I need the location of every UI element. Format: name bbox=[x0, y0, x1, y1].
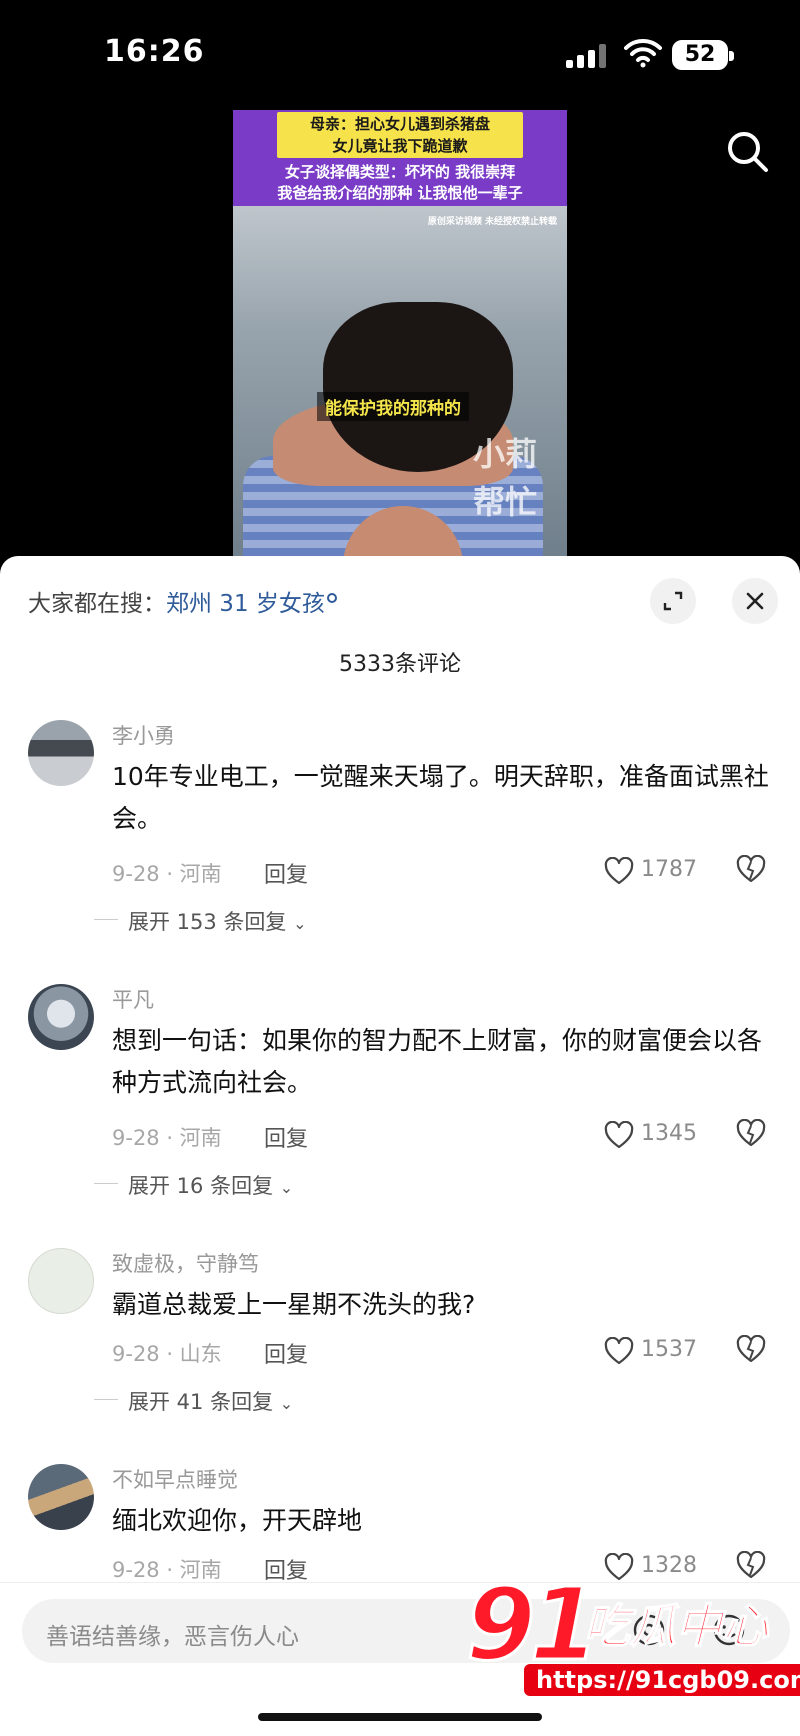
search-hint-prefix: 大家都在搜： bbox=[28, 591, 166, 617]
expand-button[interactable] bbox=[650, 578, 696, 624]
like-button[interactable]: 1787 bbox=[604, 855, 714, 887]
video-watermark-line-2: 帮忙 bbox=[473, 483, 538, 521]
heart-icon bbox=[604, 857, 634, 885]
status-bar: 16:26 52 bbox=[0, 0, 800, 110]
avatar[interactable] bbox=[28, 984, 94, 1050]
comment-username[interactable]: 平凡 bbox=[112, 984, 154, 1014]
comment-meta: 9-28 · 河南 bbox=[112, 1126, 222, 1150]
dislike-icon bbox=[736, 854, 766, 883]
expand-replies[interactable]: 展开 16 条回复 ⌄ bbox=[93, 1170, 293, 1200]
close-button[interactable] bbox=[732, 578, 778, 624]
battery-icon: 52 bbox=[672, 40, 734, 70]
reply-button[interactable]: 回复 bbox=[264, 1337, 308, 1369]
panel-header: 大家都在搜：郑州 31 岁女孩 bbox=[0, 556, 800, 656]
banner-purple: 女子谈择偶类型：坏坏的 我很崇拜 我爸给我介绍的那种 让我恨他一辈子 bbox=[253, 162, 547, 204]
comment-meta: 9-28 · 山东 bbox=[112, 1342, 222, 1366]
video-subtitle: 能保护我的那种的 bbox=[317, 392, 469, 421]
video-banner: 母亲：担心女儿遇到杀猪盘 女儿竟让我下跪道歉 女子谈择偶类型：坏坏的 我很崇拜 … bbox=[233, 110, 567, 206]
search-button[interactable] bbox=[724, 128, 772, 176]
comment-username[interactable]: 致虚极，守静笃 bbox=[112, 1248, 259, 1278]
dislike-icon bbox=[736, 1118, 766, 1147]
dislike-button[interactable] bbox=[736, 1118, 768, 1151]
heart-icon bbox=[604, 1121, 634, 1149]
comment-text[interactable]: 10年专业电工，一觉醒来天塌了。明天辞职，准备面试黑社会。 bbox=[112, 756, 772, 840]
close-icon bbox=[746, 592, 764, 610]
emoji-icon[interactable] bbox=[712, 1613, 746, 1647]
comment-username[interactable]: 李小勇 bbox=[112, 720, 175, 750]
search-icon bbox=[728, 132, 768, 172]
status-time: 16:26 bbox=[104, 34, 205, 69]
like-button[interactable]: 1345 bbox=[604, 1119, 714, 1151]
comment-input[interactable]: 善语结善缘，恶言伤人心 bbox=[22, 1599, 790, 1663]
expand-replies[interactable]: 展开 153 条回复 ⌄ bbox=[94, 906, 307, 936]
comments-panel: 大家都在搜：郑州 31 岁女孩 5333条评论 李小勇 10年专业电工，一觉醒来… bbox=[0, 556, 800, 1736]
like-button[interactable]: 1328 bbox=[604, 1551, 714, 1583]
like-count: 1537 bbox=[641, 1337, 697, 1362]
avatar[interactable] bbox=[28, 1248, 94, 1314]
banner-line-2: 女儿竟让我下跪道歉 bbox=[332, 137, 468, 155]
search-hint-link[interactable]: 郑州 31 岁女孩 bbox=[166, 591, 325, 617]
banner-line-3: 女子谈择偶类型：坏坏的 我很崇拜 bbox=[284, 163, 516, 181]
like-button[interactable]: 1537 bbox=[604, 1335, 714, 1367]
at-icon[interactable] bbox=[632, 1613, 666, 1647]
expand-icon bbox=[663, 591, 683, 611]
reply-button[interactable]: 回复 bbox=[264, 1121, 308, 1153]
dislike-button[interactable] bbox=[736, 1550, 768, 1583]
video-watermark: 小莉 帮忙 bbox=[473, 430, 537, 526]
like-count: 1345 bbox=[641, 1121, 697, 1146]
like-count: 1328 bbox=[641, 1553, 697, 1578]
home-indicator bbox=[258, 1713, 542, 1721]
comment-input-placeholder: 善语结善缘，恶言伤人心 bbox=[46, 1624, 299, 1650]
dislike-icon bbox=[736, 1334, 766, 1363]
video-player[interactable]: 母亲：担心女儿遇到杀猪盘 女儿竟让我下跪道歉 女子谈择偶类型：坏坏的 我很崇拜 … bbox=[0, 110, 800, 556]
video-notice: 原创采访视频 未经授权禁止转载 bbox=[427, 217, 557, 227]
comment-input-bar: 善语结善缘，恶言伤人心 bbox=[0, 1582, 800, 1736]
dislike-button[interactable] bbox=[736, 1334, 768, 1367]
expand-replies[interactable]: 展开 41 条回复 ⌄ bbox=[93, 1386, 293, 1416]
search-hint[interactable]: 大家都在搜：郑州 31 岁女孩 bbox=[28, 584, 337, 618]
comment-meta: 9-28 · 河南 bbox=[112, 1558, 222, 1582]
heart-icon bbox=[604, 1553, 634, 1581]
reply-button[interactable]: 回复 bbox=[264, 1553, 308, 1585]
video-watermark-line-1: 小莉 bbox=[473, 435, 538, 473]
dislike-button[interactable] bbox=[736, 854, 768, 887]
wifi-icon bbox=[624, 38, 662, 68]
banner-line-1: 母亲：担心女儿遇到杀猪盘 bbox=[309, 115, 490, 133]
comment-text[interactable]: 霸道总裁爱上一星期不洗头的我? bbox=[112, 1284, 772, 1326]
avatar[interactable] bbox=[28, 720, 94, 786]
comment-count: 5333条评论 bbox=[339, 652, 461, 677]
video-frame[interactable]: 母亲：担心女儿遇到杀猪盘 女儿竟让我下跪道歉 女子谈择偶类型：坏坏的 我很崇拜 … bbox=[233, 110, 567, 556]
comment-username[interactable]: 不如早点睡觉 bbox=[112, 1464, 238, 1494]
comment-text[interactable]: 想到一句话：如果你的智力配不上财富，你的财富便会以各种方式流向社会。 bbox=[112, 1020, 772, 1104]
heart-icon bbox=[604, 1337, 634, 1365]
banner-yellow: 母亲：担心女儿遇到杀猪盘 女儿竟让我下跪道歉 bbox=[277, 112, 523, 158]
signal-icon bbox=[566, 44, 608, 68]
like-count: 1787 bbox=[641, 857, 697, 882]
avatar[interactable] bbox=[28, 1464, 94, 1530]
reply-button[interactable]: 回复 bbox=[264, 857, 308, 889]
comment-meta: 9-28 · 河南 bbox=[112, 862, 222, 886]
search-hint-icon bbox=[326, 593, 337, 603]
comment-text[interactable]: 缅北欢迎你，开天辟地 bbox=[112, 1500, 772, 1542]
dislike-icon bbox=[736, 1550, 766, 1579]
banner-line-4: 我爸给我介绍的那种 让我恨他一辈子 bbox=[277, 184, 523, 202]
